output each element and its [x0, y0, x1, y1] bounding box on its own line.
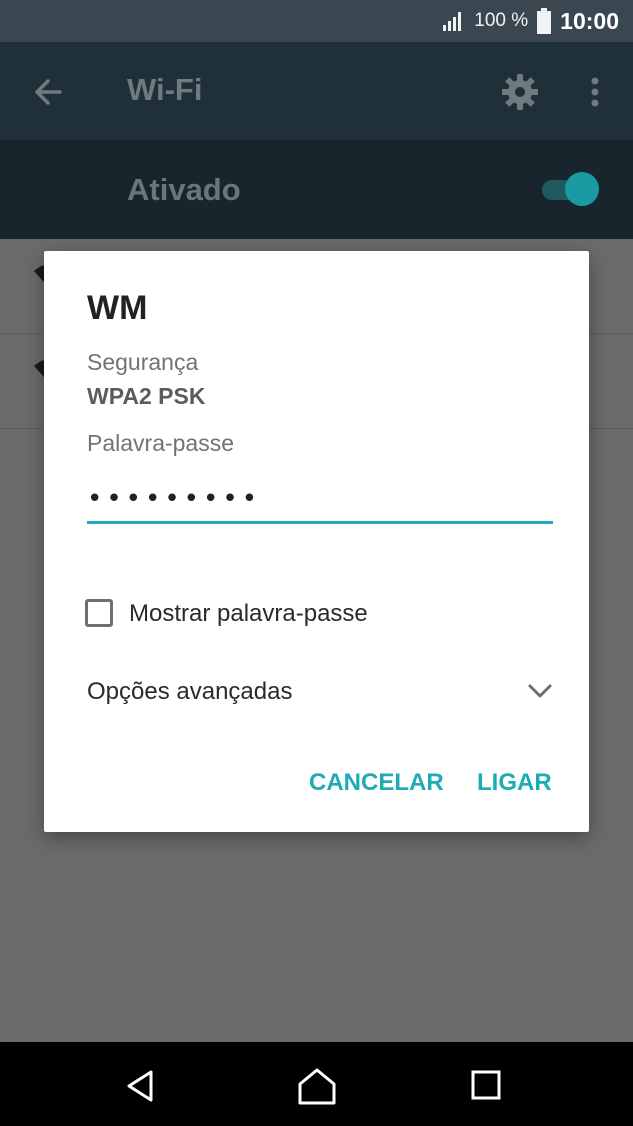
more-vert-icon[interactable]	[580, 72, 610, 112]
password-label: Palavra-passe	[87, 430, 235, 456]
security-value: WPA2 PSK	[87, 383, 206, 409]
status-icons: 100 % 10:00	[440, 0, 619, 42]
show-password-checkbox[interactable]	[85, 599, 113, 627]
clock: 10:00	[560, 7, 619, 34]
gear-icon[interactable]	[500, 72, 540, 112]
navigation-bar	[0, 1042, 633, 1126]
security-label: Segurança	[87, 349, 199, 375]
page-title: Wi-Fi	[127, 72, 203, 107]
wifi-password-dialog: WM Segurança WPA2 PSK Palavra-passe Most…	[44, 251, 589, 832]
wifi-switch-bar: Ativado	[0, 140, 633, 239]
back-arrow-icon[interactable]	[30, 72, 70, 112]
signal-icon	[443, 12, 462, 31]
status-bar: 100 % 10:00	[0, 0, 633, 42]
cancel-button[interactable]: CANCELAR	[309, 769, 444, 797]
connect-button[interactable]: LIGAR	[477, 769, 552, 797]
password-field[interactable]	[87, 477, 553, 524]
nav-back-icon[interactable]	[121, 1066, 161, 1106]
dialog-title: WM	[87, 289, 148, 327]
toggle-thumb	[565, 172, 599, 206]
wifi-toggle[interactable]	[540, 172, 602, 208]
battery-percent: 100 %	[474, 10, 529, 31]
chevron-down-icon[interactable]	[526, 679, 554, 703]
app-bar: Wi-Fi	[0, 42, 633, 140]
advanced-options-label[interactable]: Opções avançadas	[87, 678, 292, 706]
nav-home-icon[interactable]	[296, 1066, 338, 1106]
wifi-switch-label: Ativado	[127, 172, 241, 207]
battery-icon	[537, 8, 552, 34]
nav-recents-icon[interactable]	[469, 1068, 503, 1102]
show-password-label[interactable]: Mostrar palavra-passe	[129, 600, 368, 628]
